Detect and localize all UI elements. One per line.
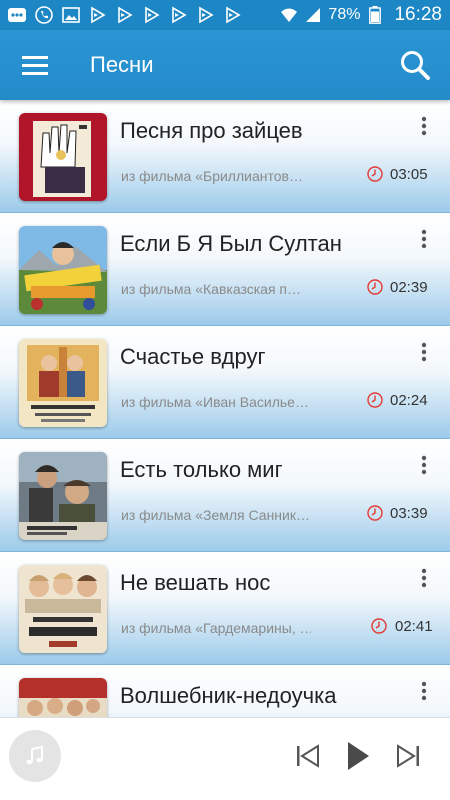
song-duration: 03:05 [390, 166, 428, 183]
play-icon [348, 742, 369, 770]
play-store-icon [170, 6, 188, 24]
more-options-button[interactable] [412, 338, 436, 366]
song-duration: 03:39 [390, 505, 428, 522]
song-cover [19, 226, 107, 314]
song-title: Если Б Я Был Султан [120, 231, 342, 256]
more-vert-icon [421, 681, 427, 701]
battery-percent: 78% [328, 6, 361, 23]
notification-icons [8, 6, 280, 24]
wifi-icon [280, 6, 298, 24]
more-icon [8, 6, 26, 24]
more-options-button[interactable] [412, 112, 436, 140]
song-cover [19, 565, 107, 653]
clock-icon [367, 279, 383, 295]
now-playing-art[interactable] [9, 730, 61, 782]
battery-icon [366, 6, 384, 24]
song-subtitle: из фильма «Иван Василье… [121, 394, 309, 410]
previous-button[interactable] [292, 740, 324, 772]
song-title: Есть только миг [120, 457, 283, 482]
more-vert-icon [421, 229, 427, 249]
next-button[interactable] [392, 740, 424, 772]
search-icon [401, 51, 430, 80]
play-button[interactable] [342, 740, 374, 772]
more-options-button[interactable] [412, 677, 436, 705]
clock-icon [367, 392, 383, 408]
song-cover [19, 113, 107, 201]
song-duration: 02:41 [395, 618, 433, 635]
more-vert-icon [421, 342, 427, 362]
play-store-icon [143, 6, 161, 24]
more-options-button[interactable] [412, 451, 436, 479]
song-item[interactable]: Есть только миг из фильма «Земля Санник…… [0, 439, 450, 552]
song-item[interactable]: Волшебник-недоучка [0, 665, 450, 717]
play-store-icon [197, 6, 215, 24]
play-store-icon [116, 6, 134, 24]
more-options-button[interactable] [412, 564, 436, 592]
clock-icon [371, 618, 387, 634]
status-time: 16:28 [394, 4, 442, 25]
song-title: Не вешать нос [120, 570, 271, 595]
song-subtitle: из фильма «Земля Санник… [121, 507, 310, 523]
song-title: Счастье вдруг [120, 344, 266, 369]
song-duration: 02:39 [390, 279, 428, 296]
gallery-icon [62, 6, 80, 24]
song-cover [19, 339, 107, 427]
song-item[interactable]: Счастье вдруг из фильма «Иван Василье… 0… [0, 326, 450, 439]
song-list[interactable]: Песня про зайцев из фильма «Бриллиантов…… [0, 100, 450, 717]
song-cover [19, 452, 107, 540]
menu-button[interactable] [0, 30, 70, 100]
more-vert-icon [421, 568, 427, 588]
song-subtitle: из фильма «Бриллиантов… [121, 168, 303, 184]
more-options-button[interactable] [412, 225, 436, 253]
song-duration: 02:24 [390, 392, 428, 409]
play-store-icon [224, 6, 242, 24]
skip-previous-icon [297, 744, 319, 768]
player-bar [0, 717, 450, 800]
song-cover [19, 678, 107, 717]
app-bar: Песни [0, 30, 450, 100]
play-store-icon [89, 6, 107, 24]
more-vert-icon [421, 116, 427, 136]
search-button[interactable] [380, 30, 450, 100]
system-status: 78% 16:28 [280, 4, 442, 26]
more-vert-icon [421, 455, 427, 475]
clock-icon [367, 505, 383, 521]
hamburger-menu-icon [22, 56, 48, 75]
song-item[interactable]: Песня про зайцев из фильма «Бриллиантов…… [0, 100, 450, 213]
clock-icon [367, 166, 383, 182]
song-subtitle: из фильма «Гардемарины, … [121, 620, 311, 636]
song-item[interactable]: Если Б Я Был Султан из фильма «Кавказска… [0, 213, 450, 326]
song-item[interactable]: Не вешать нос из фильма «Гардемарины, … … [0, 552, 450, 665]
phone-icon [35, 6, 53, 24]
song-title: Волшебник-недоучка [120, 683, 337, 708]
page-title: Песни [90, 52, 154, 77]
status-bar: 78% 16:28 [0, 0, 450, 30]
music-note-icon [26, 745, 43, 765]
signal-icon [304, 6, 322, 24]
song-subtitle: из фильма «Кавказская п… [121, 281, 301, 297]
song-title: Песня про зайцев [120, 118, 303, 143]
skip-next-icon [397, 744, 419, 768]
